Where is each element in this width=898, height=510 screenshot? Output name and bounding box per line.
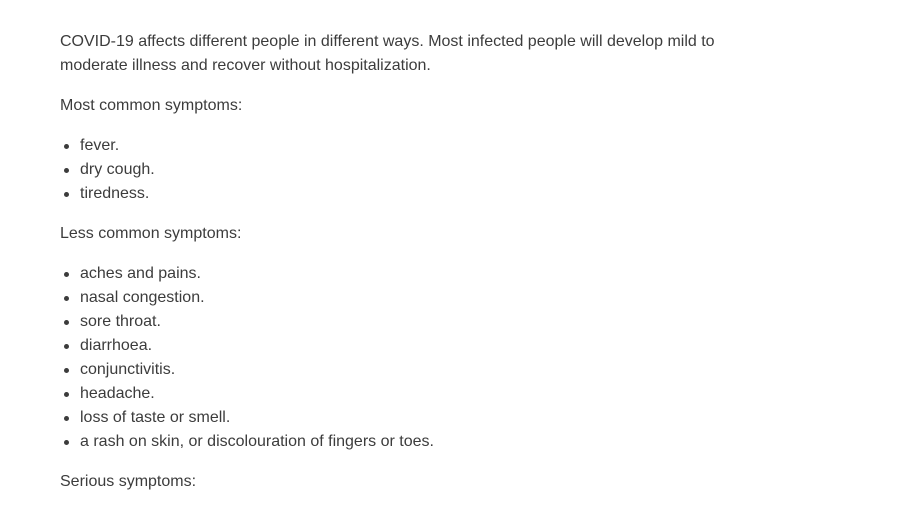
list-item: fever.	[60, 134, 740, 158]
list-item: loss of taste or smell.	[60, 406, 740, 430]
list-item: aches and pains.	[60, 262, 740, 286]
list-item: tiredness.	[60, 182, 740, 206]
list-item: conjunctivitis.	[60, 358, 740, 382]
intro-paragraph: COVID-19 affects different people in dif…	[60, 33, 715, 74]
list-item: a rash on skin, or discolouration of fin…	[60, 430, 740, 454]
list-item: diarrhoea.	[60, 334, 740, 358]
list-item: nasal congestion.	[60, 286, 740, 310]
less-common-heading: Less common symptoms:	[60, 225, 242, 242]
most-common-heading: Most common symptoms:	[60, 97, 243, 114]
list-item: headache.	[60, 382, 740, 406]
article-body: COVID-19 affects different people in dif…	[60, 30, 740, 510]
list-item: dry cough.	[60, 158, 740, 182]
less-common-list: aches and pains. nasal congestion. sore …	[60, 262, 740, 454]
list-item: sore throat.	[60, 310, 740, 334]
serious-heading: Serious symptoms:	[60, 473, 197, 490]
most-common-list: fever. dry cough. tiredness.	[60, 134, 740, 206]
